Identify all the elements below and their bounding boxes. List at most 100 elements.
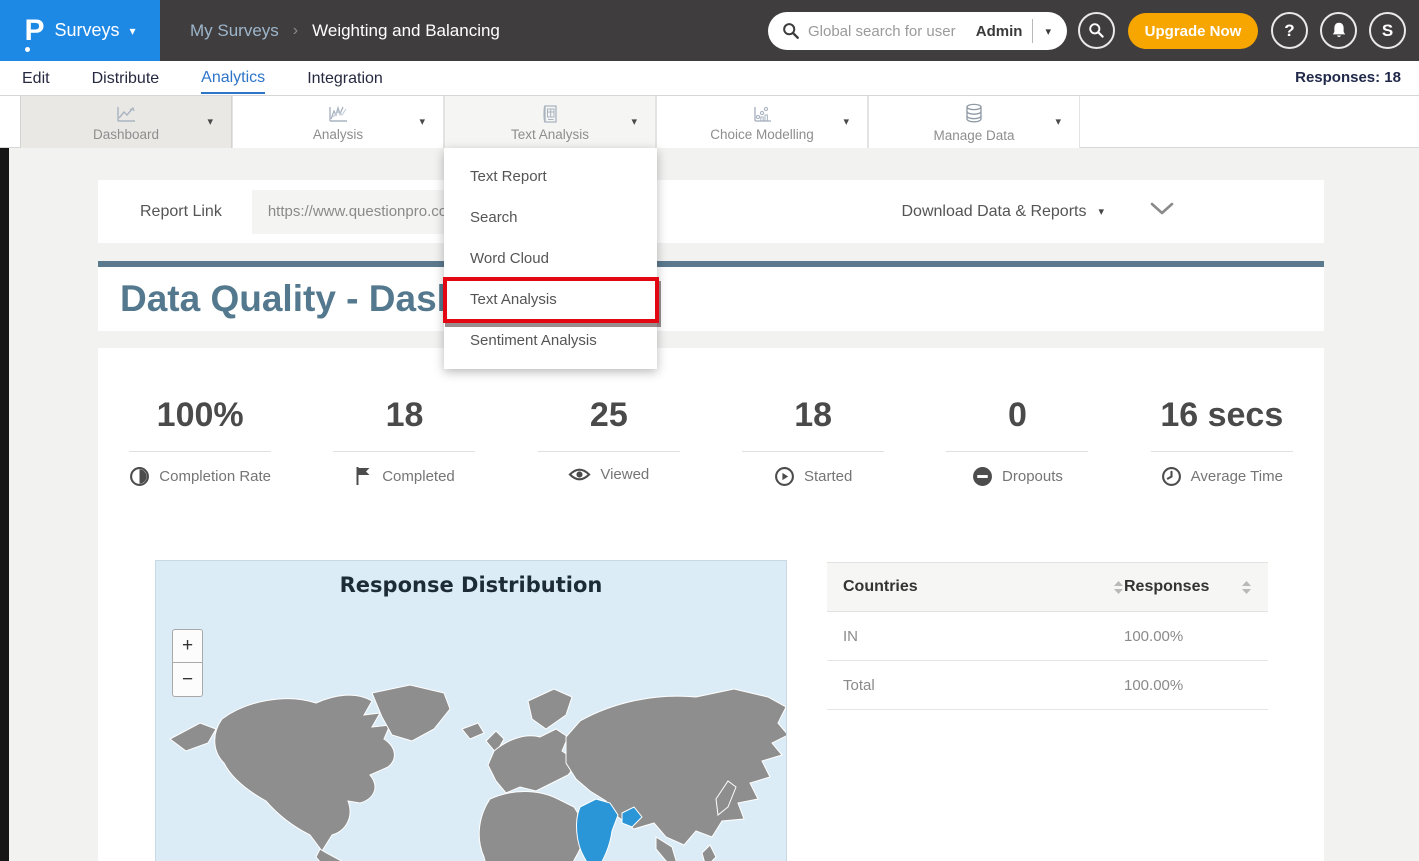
search-icon [782, 22, 800, 40]
app-logo[interactable]: P Surveys ▾ [0, 0, 160, 61]
minus-circle-icon [972, 466, 993, 487]
search-button[interactable] [1078, 12, 1115, 49]
tab-label: Manage Data [933, 128, 1014, 143]
avatar-letter: S [1382, 21, 1393, 41]
stat-label: Completed [382, 468, 455, 485]
dashboard-card: 100% Completion Rate 18 Completed 25 Vie… [98, 348, 1324, 861]
stat-completion-rate: 100% Completion Rate [98, 396, 302, 487]
database-icon [962, 102, 986, 126]
country-cell: Total [843, 677, 1124, 694]
breadcrumb-current: Weighting and Balancing [312, 21, 500, 41]
top-bar: P Surveys ▾ My Surveys › Weighting and B… [0, 0, 1419, 61]
eye-icon [568, 466, 591, 483]
countries-table: Countries Responses IN 100.00% Total 100… [827, 562, 1268, 710]
breadcrumb-my-surveys[interactable]: My Surveys [190, 21, 279, 41]
play-icon [774, 466, 795, 487]
product-switcher-label: Surveys [54, 20, 119, 41]
stat-completed: 18 Completed [302, 396, 506, 487]
upgrade-now-button[interactable]: Upgrade Now [1128, 13, 1258, 49]
stat-value: 25 [590, 396, 628, 435]
survey-nav: Edit Distribute Analytics Integration Re… [0, 61, 1419, 96]
menu-item-text-analysis[interactable]: Text Analysis [444, 279, 657, 320]
notifications-button[interactable] [1320, 12, 1357, 49]
report-link-card: Report Link Download Data & Reports ▾ [98, 180, 1324, 243]
scatter-chart-icon [750, 103, 774, 125]
tab-distribute[interactable]: Distribute [92, 64, 160, 93]
caret-down-icon[interactable]: ▾ [207, 115, 213, 128]
sort-icon [1113, 580, 1124, 595]
download-data-reports-dropdown[interactable]: Download Data & Reports ▾ [901, 203, 1104, 221]
response-distribution-map[interactable]: Response Distribution [155, 560, 787, 861]
tab-integration[interactable]: Integration [307, 64, 383, 93]
sort-icon [1241, 580, 1252, 595]
completion-rate-icon [129, 466, 150, 487]
stat-value: 18 [386, 396, 424, 435]
toolbar-tab-dashboard[interactable]: Dashboard ▾ [20, 96, 232, 148]
table-row[interactable]: IN 100.00% [827, 612, 1268, 661]
stat-value: 18 [794, 396, 832, 435]
menu-item-sentiment-analysis[interactable]: Sentiment Analysis [444, 320, 657, 361]
chevron-down-icon: ▾ [130, 24, 136, 38]
questionpro-logo-icon: P [24, 16, 44, 46]
caret-down-icon[interactable]: ▾ [843, 115, 849, 128]
toolbar-tab-manage-data[interactable]: Manage Data ▾ [868, 96, 1080, 148]
stat-label: Dropouts [1002, 468, 1063, 485]
menu-item-text-report[interactable]: Text Report [444, 156, 657, 197]
responses-cell: 100.00% [1124, 677, 1252, 694]
toolbar-tab-choice-modelling[interactable]: Choice Modelling ▾ [656, 96, 868, 148]
world-map [156, 561, 787, 861]
menu-item-search[interactable]: Search [444, 197, 657, 238]
search-scope-label: Admin [970, 23, 1033, 40]
map-zoom-out-button[interactable]: − [172, 663, 203, 697]
breadcrumb-separator-icon: › [293, 22, 298, 40]
page-title-card: Data Quality - Dash [98, 261, 1324, 331]
text-document-icon [538, 103, 562, 125]
global-search-input[interactable] [808, 23, 970, 40]
caret-down-icon[interactable]: ▾ [419, 115, 425, 128]
search-scope-caret-icon[interactable]: ▾ [1033, 25, 1055, 38]
text-analysis-dropdown-menu: Text Report Search Word Cloud Text Analy… [444, 148, 657, 369]
global-search[interactable]: Admin ▾ [768, 12, 1067, 50]
search-icon [1088, 22, 1105, 39]
line-chart-icon [114, 103, 138, 125]
caret-down-icon: ▾ [1098, 205, 1104, 218]
collapse-chevron-icon[interactable] [1150, 202, 1174, 221]
report-link-label: Report Link [140, 203, 222, 221]
download-label: Download Data & Reports [901, 203, 1086, 221]
help-button[interactable]: ? [1271, 12, 1308, 49]
column-label: Responses [1124, 578, 1209, 596]
stat-value: 100% [157, 396, 244, 435]
stat-label: Viewed [600, 466, 649, 483]
table-row[interactable]: Total 100.00% [827, 661, 1268, 710]
stat-value: 16 secs [1160, 396, 1283, 435]
toolbar-tab-text-analysis[interactable]: Text Analysis ▾ [444, 96, 656, 148]
toolbar-tab-analysis[interactable]: Analysis ▾ [232, 96, 444, 148]
stat-viewed: 25 Viewed [507, 396, 711, 487]
responses-cell: 100.00% [1124, 628, 1252, 645]
window-edge [0, 96, 9, 861]
tab-analytics[interactable]: Analytics [201, 63, 265, 94]
column-label: Countries [843, 578, 918, 596]
stat-label: Started [804, 468, 852, 485]
question-mark-icon: ? [1284, 21, 1294, 41]
map-country-india[interactable] [577, 799, 618, 861]
menu-item-word-cloud[interactable]: Word Cloud [444, 238, 657, 279]
column-header-responses[interactable]: Responses [1124, 578, 1252, 596]
stats-row: 100% Completion Rate 18 Completed 25 Vie… [98, 396, 1324, 487]
flag-icon [354, 466, 373, 486]
tab-label: Text Analysis [511, 127, 589, 142]
tab-label: Dashboard [93, 127, 159, 142]
map-zoom-controls: + − [172, 629, 203, 697]
column-header-countries[interactable]: Countries [843, 578, 1124, 596]
map-zoom-in-button[interactable]: + [172, 629, 203, 663]
caret-down-icon[interactable]: ▾ [631, 115, 637, 128]
stat-label: Completion Rate [159, 468, 271, 485]
caret-down-icon[interactable]: ▾ [1055, 115, 1061, 128]
stat-dropouts: 0 Dropouts [915, 396, 1119, 487]
tab-edit[interactable]: Edit [22, 64, 50, 93]
user-avatar[interactable]: S [1369, 12, 1406, 49]
stat-started: 18 Started [711, 396, 915, 487]
analytics-toolbar: Dashboard ▾ Analysis ▾ Text Analysis ▾ C… [0, 96, 1419, 148]
table-header-row: Countries Responses [827, 562, 1268, 612]
bell-icon [1331, 22, 1347, 39]
